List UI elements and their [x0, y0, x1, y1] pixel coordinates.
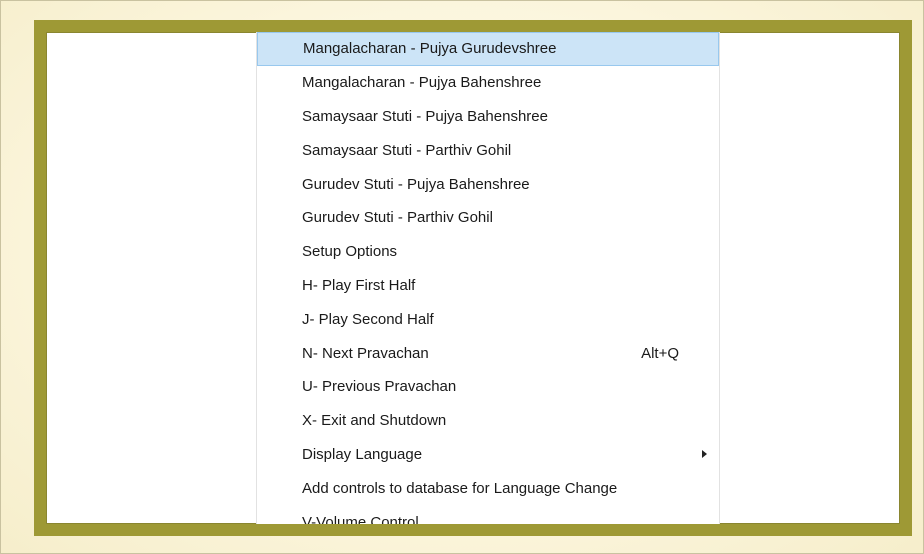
- menu-item-exit-shutdown[interactable]: X- Exit and Shutdown: [257, 404, 719, 438]
- menu-item-setup-options[interactable]: Setup Options: [257, 235, 719, 269]
- menu-item-volume-control[interactable]: V-Volume Control: [257, 505, 719, 531]
- menu-item-label: N- Next Pravachan: [302, 344, 429, 362]
- menu-item-label: Display Language: [302, 445, 423, 463]
- submenu-arrow-icon: [702, 450, 707, 459]
- menu-item-label: Mangalacharan - Pujya Bahenshree: [302, 74, 542, 92]
- menu-item-play-second-half[interactable]: J- Play Second Half: [257, 302, 719, 336]
- menu-item-label: Gurudev Stuti - Pujya Bahenshree: [302, 175, 530, 193]
- menu-item-label: H- Play First Half: [302, 276, 416, 294]
- menu-item-play-first-half[interactable]: H- Play First Half: [257, 269, 719, 303]
- menu-item-label: Mangalacharan - Pujya Gurudevshree: [303, 40, 557, 58]
- menu-item-label: Samaysaar Stuti - Parthiv Gohil: [302, 141, 512, 159]
- menu-item-add-controls-database[interactable]: Add controls to database for Language Ch…: [257, 471, 719, 505]
- menu-item-gurudev-stuti-bahenshree[interactable]: Gurudev Stuti - Pujya Bahenshree: [257, 167, 719, 201]
- menu-item-gurudev-stuti-parthiv[interactable]: Gurudev Stuti - Parthiv Gohil: [257, 201, 719, 235]
- menu-item-samaysaar-stuti-bahenshree[interactable]: Samaysaar Stuti - Pujya Bahenshree: [257, 100, 719, 134]
- context-menu: Mangalacharan - Pujya Gurudevshree Manga…: [256, 32, 720, 524]
- menu-item-label: Add controls to database for Language Ch…: [302, 479, 618, 497]
- menu-item-label: Setup Options: [302, 243, 398, 261]
- screenshot-frame: Mangalacharan - Pujya Gurudevshree Manga…: [34, 20, 912, 536]
- menu-item-next-pravachan[interactable]: N- Next Pravachan Alt+Q: [257, 336, 719, 370]
- menu-item-previous-pravachan[interactable]: U- Previous Pravachan: [257, 370, 719, 404]
- menu-item-mangalacharan-gurudevshree[interactable]: Mangalacharan - Pujya Gurudevshree: [257, 32, 719, 66]
- menu-item-display-language[interactable]: Display Language: [257, 438, 719, 472]
- menu-item-mangalacharan-bahenshree[interactable]: Mangalacharan - Pujya Bahenshree: [257, 66, 719, 100]
- menu-item-label: X- Exit and Shutdown: [302, 412, 447, 430]
- menu-item-label: J- Play Second Half: [302, 310, 434, 328]
- menu-item-label: V-Volume Control: [302, 513, 419, 531]
- menu-item-label: U- Previous Pravachan: [302, 378, 457, 396]
- menu-item-label: Gurudev Stuti - Parthiv Gohil: [302, 209, 493, 227]
- menu-item-samaysaar-stuti-parthiv[interactable]: Samaysaar Stuti - Parthiv Gohil: [257, 133, 719, 167]
- menu-item-shortcut: Alt+Q: [641, 344, 679, 362]
- menu-item-label: Samaysaar Stuti - Pujya Bahenshree: [302, 107, 548, 125]
